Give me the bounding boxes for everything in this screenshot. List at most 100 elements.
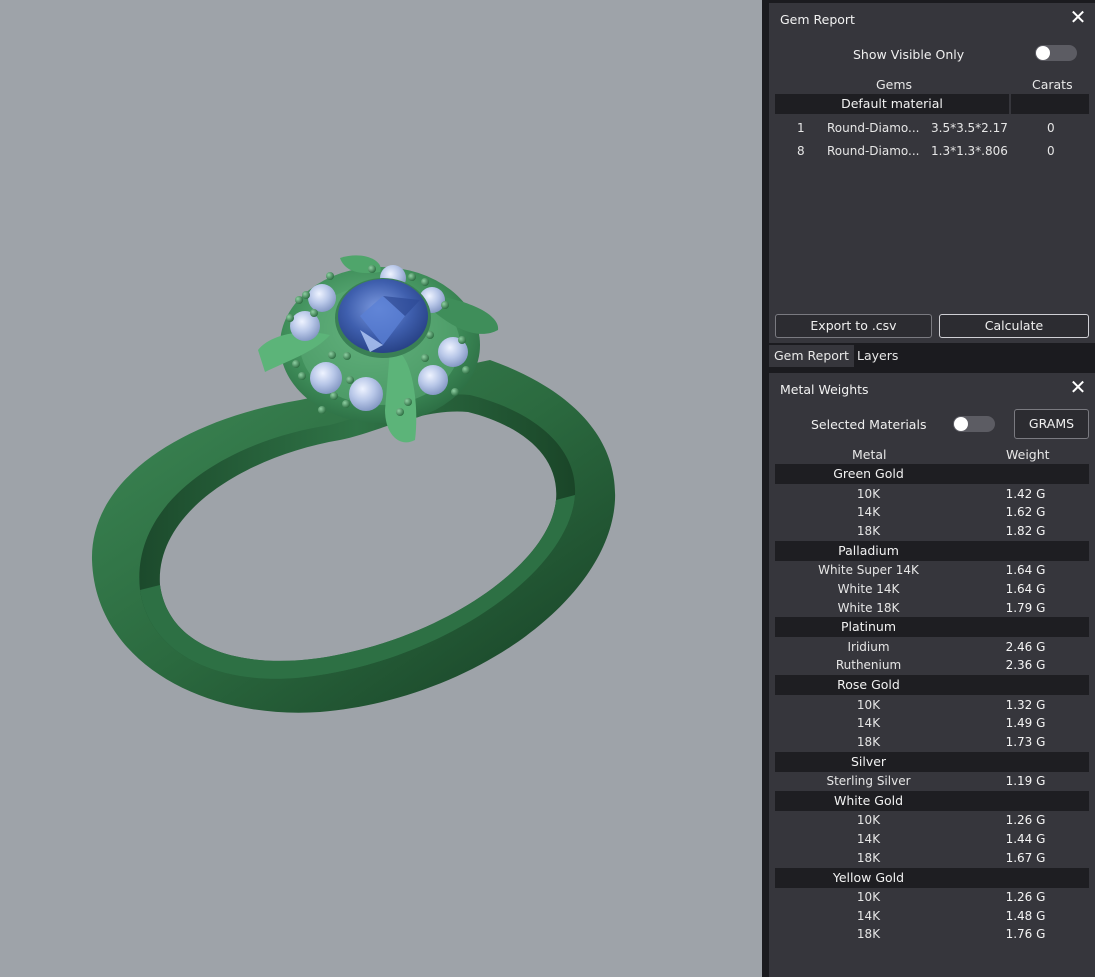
metal-name: 10K [856,813,881,828]
metal-weight: 1.76 G [1005,927,1046,942]
table-row[interactable]: 1 Round-Diamo... 3.5*3.5*2.17 0 [775,118,1089,138]
metal-group-weight-cell [959,790,1089,811]
metal-row[interactable]: 14K 1.62 G [775,503,1089,521]
metal-row[interactable]: 14K 1.49 G [775,714,1089,732]
gem-report-panel: Gem Report ✕ Show Visible Only Gems Cara… [769,3,1095,343]
side-panel: Gem Report ✕ Show Visible Only Gems Cara… [762,0,1095,977]
metal-weight: 1.26 G [1005,813,1046,828]
metal-name: 18K [856,850,881,865]
metal-name: 14K [856,716,881,731]
metal-weight: 2.46 G [1005,639,1046,654]
metal-row[interactable]: Ruthenium 2.36 G [775,656,1089,674]
metal-weight: 1.82 G [1005,523,1046,538]
units-button[interactable]: GRAMS [1014,409,1089,439]
metal-group-weight-cell [959,464,1089,484]
panel-tabs: Gem Report Layers [769,345,1095,367]
metal-group-bar: Yellow Gold [775,867,962,888]
3d-viewport[interactable] [0,0,762,977]
gem-carats: 0 [1047,144,1055,158]
show-visible-only-toggle[interactable] [1035,45,1077,61]
metal-group-weight-cell [959,675,1089,696]
gem-carats: 0 [1047,121,1055,135]
metal-row[interactable]: 18K 1.73 G [775,733,1089,751]
metal-group-weight-cell [959,540,1089,561]
metal-group-weight-cell [959,751,1089,772]
metal-group-bar: White Gold [775,790,962,811]
metal-weight: 1.64 G [1005,563,1046,578]
metal-group-weight-cell [959,867,1089,888]
show-visible-only-label: Show Visible Only [853,47,965,62]
metal-weight: 1.73 G [1005,735,1046,749]
carats-column-header: Carats [1032,77,1073,92]
export-csv-button[interactable]: Export to .csv [775,314,932,338]
metal-name: 14K [856,505,881,520]
metal-weight: 1.48 G [1005,908,1046,923]
metal-group-name: White Gold [833,792,904,808]
metal-row[interactable]: White 18K 1.79 G [775,599,1089,617]
selected-materials-label: Selected Materials [811,417,927,432]
material-group-carats-cell [1011,94,1089,114]
metal-name: 10K [856,486,881,501]
metal-group-bar: Platinum [775,617,962,638]
metal-weight: 1.32 G [1005,697,1046,712]
metal-name: White 14K [837,581,900,596]
metal-group-name: Rose Gold [837,677,900,693]
metal-name: White Super 14K [818,563,919,578]
tab-layers[interactable]: Layers [852,345,903,367]
close-icon[interactable]: ✕ [1069,377,1087,397]
weight-column-header: Weight [1006,447,1050,462]
metal-name: 14K [856,908,881,923]
selected-materials-toggle[interactable] [953,416,995,432]
metal-row[interactable]: Iridium 2.46 G [775,638,1089,656]
material-group-name: Default material [841,96,943,111]
metal-weights-panel: Metal Weights ✕ Selected Materials GRAMS… [769,373,1095,977]
metal-row[interactable]: 14K 1.48 G [775,907,1089,925]
metal-group-name: Palladium [838,542,899,558]
metal-group-weight-cell [959,617,1089,638]
toggle-knob [1036,46,1050,60]
metal-row[interactable]: White 14K 1.64 G [775,580,1089,598]
metal-row[interactable]: 14K 1.44 G [775,830,1089,848]
metal-name: 18K [856,927,881,942]
calculate-button[interactable]: Calculate [939,314,1089,338]
gem-qty: 1 [797,121,805,135]
metal-name: Iridium [847,639,890,654]
metal-weight: 1.79 G [1005,600,1046,615]
metal-name: Ruthenium [835,658,902,673]
metal-group-name: Platinum [840,619,897,635]
metal-name: Sterling Silver [826,774,911,789]
metal-group-bar: Silver [775,751,962,772]
tab-gem-report[interactable]: Gem Report [769,345,854,367]
metal-row[interactable]: 10K 1.26 G [775,888,1089,906]
metal-row[interactable]: 10K 1.26 G [775,811,1089,829]
metal-weight: 1.26 G [1005,890,1046,904]
metal-weight: 1.62 G [1005,505,1046,520]
metal-group-name: Silver [850,753,887,769]
gem-qty: 8 [797,144,805,158]
ring-model[interactable] [0,0,762,977]
metal-name: 10K [856,890,881,904]
close-icon[interactable]: ✕ [1069,7,1087,27]
metal-weight: 1.49 G [1005,716,1046,731]
gem-report-title: Gem Report [780,12,855,27]
metal-row[interactable]: 10K 1.42 G [775,485,1089,503]
metal-weight: 2.36 G [1005,658,1046,673]
metal-name: 10K [856,697,881,712]
gem-size: 1.3*1.3*.806 [931,144,1008,158]
toggle-knob [954,417,968,431]
metal-row[interactable]: Sterling Silver 1.19 G [775,772,1089,790]
table-row[interactable]: 8 Round-Diamo... 1.3*1.3*.806 0 [775,141,1089,161]
metal-name: 14K [856,832,881,847]
metal-row[interactable]: 18K 1.76 G [775,925,1089,943]
metal-group-bar: Green Gold [775,464,962,484]
metal-name: 18K [856,523,881,538]
gem-name: Round-Diamo... [827,144,920,158]
metal-row[interactable]: 18K 1.67 G [775,849,1089,867]
material-group-bar: Default material [775,94,1009,114]
metal-group-bar: Palladium [775,540,962,561]
metal-row[interactable]: 18K 1.82 G [775,522,1089,540]
metal-row[interactable]: 10K 1.32 G [775,696,1089,714]
metal-name: White 18K [837,600,900,615]
metal-weight: 1.44 G [1005,832,1046,847]
metal-row[interactable]: White Super 14K 1.64 G [775,561,1089,579]
